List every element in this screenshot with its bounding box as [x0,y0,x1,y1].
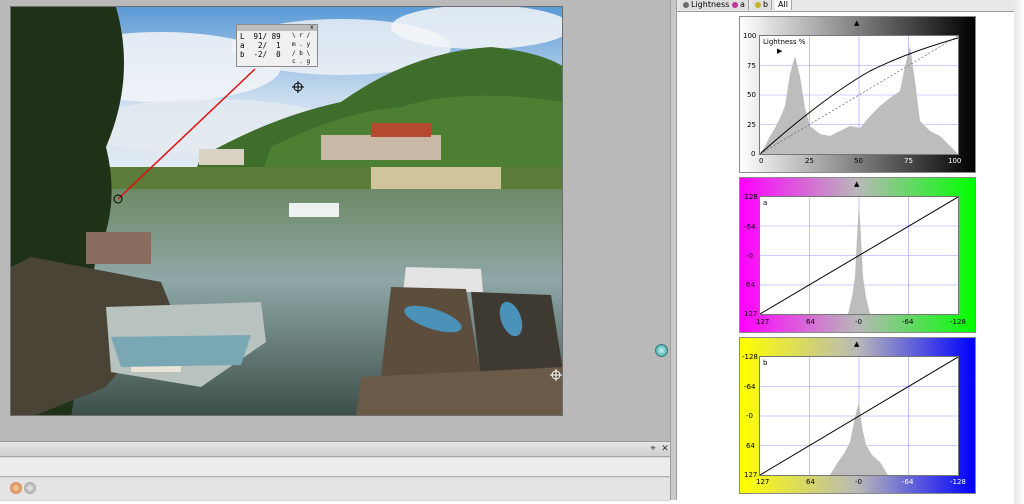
lightness-curve-graph: ▲ Lightness % ▶ 100 75 50 25 0 0 25 50 7… [739,16,976,173]
pane-splitter[interactable] [670,0,677,500]
readout-symbol: m . y [292,41,311,48]
y-tick: -128 [742,353,758,361]
a-plot[interactable]: a [759,196,959,315]
a-curve-graph: ▲ a -128 -64 -0 64 127 127 64 -0 -64 -12… [739,177,976,333]
tab-b[interactable]: b [752,0,773,10]
channel-label: a [763,199,768,207]
x-tick: 64 [806,478,815,486]
lightness-plot[interactable]: Lightness % ▶ [759,35,959,155]
tab-label: b [763,0,769,9]
y-tick: 25 [747,121,756,129]
y-tick: -64 [744,383,756,391]
readout-a-value: a 2/ 1 [240,41,281,50]
y-tick: 50 [747,91,756,99]
lightness-icon [683,1,689,8]
x-tick: -64 [902,318,914,326]
bottom-panel: ⌖ ✕ [0,441,670,501]
bottom-panel-titlebar: ⌖ ✕ [0,442,670,457]
y-tick: -0 [746,252,753,260]
channel-label: b [763,359,768,367]
x-tick: 25 [805,157,814,165]
y-tick: -64 [744,223,756,231]
readout-titlebar[interactable] [237,25,317,31]
x-tick: -0 [855,478,862,486]
photo-canvas[interactable] [10,6,563,416]
tool-icon[interactable] [24,482,36,494]
y-tick: 0 [751,150,756,158]
y-tick: 64 [746,281,755,289]
tab-label: a [740,0,745,9]
tab-label: All [778,0,788,9]
curve-pointer-icon: ▲ [854,180,860,188]
image-workspace: x L 91/ 89 a 2/ 1 b -2/ 0 \ r / m . y / … [0,0,670,501]
readout-symbol: \ r / [292,32,311,39]
y-tick: -0 [746,412,753,420]
b-channel-icon [755,1,761,8]
x-tick: 100 [948,157,962,165]
b-plot[interactable]: b [759,356,959,476]
x-tick: 127 [756,318,770,326]
x-tick: -0 [855,318,862,326]
close-icon[interactable]: x [310,24,314,31]
x-tick: -128 [950,478,966,486]
tab-lightness[interactable]: Lightness [680,0,734,10]
b-curve-graph: ▲ b -128 -64 -0 64 127 127 64 -0 -64 -12… [739,337,976,494]
y-tick: 100 [743,32,757,40]
y-tick: 127 [744,310,758,318]
channel-tabs: Lightness a b All [677,0,1014,12]
sync-icon[interactable] [655,344,668,357]
a-channel-icon [732,1,738,8]
x-tick: 75 [904,157,913,165]
a-curve-svg [759,196,959,315]
bottom-toolbar [0,478,670,500]
readout-b-value: b -2/ 0 [240,50,281,59]
x-tick: 127 [756,478,770,486]
y-tick: 64 [746,442,755,450]
x-tick: 64 [806,318,815,326]
play-icon: ▶ [777,47,783,55]
x-tick: -128 [950,318,966,326]
channel-label: Lightness % [763,38,806,46]
bottom-panel-content [0,458,670,477]
readout-symbol: c . g [292,58,311,65]
readout-l-value: L 91/ 89 [240,32,281,41]
b-curve-svg [759,356,959,476]
x-tick: 50 [854,157,863,165]
x-tick: -64 [902,478,914,486]
readout-symbol: / b \ [292,50,311,57]
color-readout-panel[interactable]: x L 91/ 89 a 2/ 1 b -2/ 0 \ r / m . y / … [236,24,318,67]
tab-a[interactable]: a [729,0,749,10]
x-tick: 0 [759,157,764,165]
curves-pane: Lightness a b All ▲ Lightness % ▶ 100 75… [677,0,1015,500]
window-shadow [1014,0,1024,504]
tab-all[interactable]: All [775,0,792,10]
lake-photo [11,7,562,415]
tab-label: Lightness [691,0,730,9]
tool-icon[interactable] [10,482,22,494]
lightness-curve-svg [759,35,959,155]
curve-pointer-icon: ▲ [854,19,860,27]
y-tick: 75 [747,62,756,70]
pin-icon[interactable]: ⌖ [648,444,658,454]
close-icon[interactable]: ✕ [660,444,670,454]
y-tick: -128 [742,193,758,201]
curve-pointer-icon: ▲ [854,340,860,348]
